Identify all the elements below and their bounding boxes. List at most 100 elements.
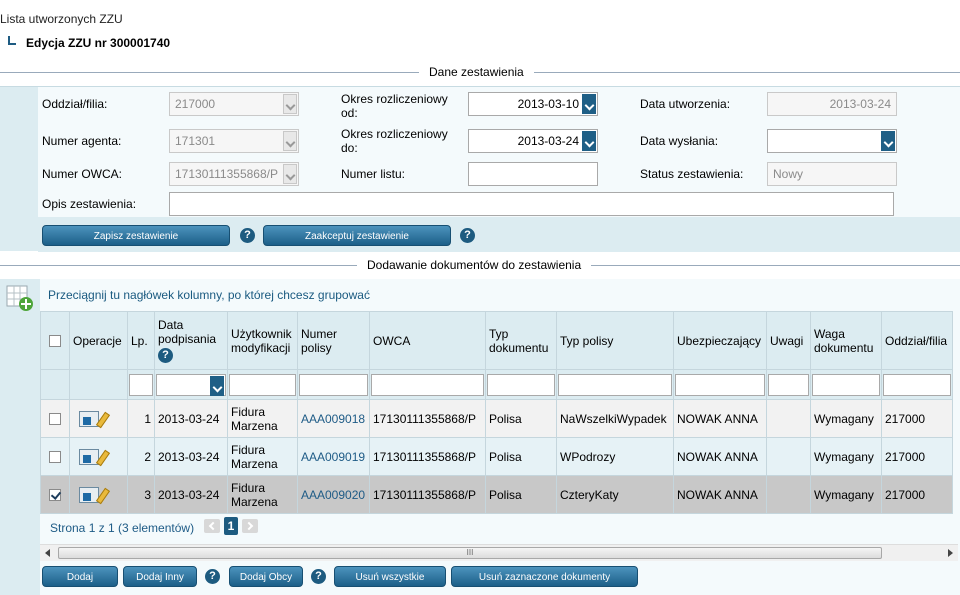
table-row[interactable]: 2 2013-03-24 Fidura Marzena AAA009019 17… [40, 437, 953, 476]
remove-all-button[interactable]: Usuń wszystkie [334, 566, 446, 587]
chevron-down-icon [283, 164, 297, 184]
column-header[interactable]: Lp. [127, 311, 155, 370]
prev-page-icon[interactable] [204, 519, 220, 533]
row-checkbox[interactable] [49, 451, 61, 464]
cell-owca: 17130111355868/P [369, 399, 486, 438]
cell-user: Fidura Marzena [227, 475, 298, 514]
column-header[interactable]: Oddział/filia [881, 311, 953, 370]
filter-date-select[interactable] [156, 373, 226, 396]
column-header[interactable]: OWCA [369, 311, 486, 370]
remove-selected-button[interactable]: Usuń zaznaczone dokumenty [451, 566, 638, 587]
cell-typ-dok: Polisa [485, 475, 557, 514]
help-icon[interactable]: ? [205, 569, 220, 584]
column-header[interactable]: Waga dokumentu [810, 311, 882, 370]
save-statement-button[interactable]: Zapisz zestawienie [42, 225, 230, 246]
row-select-cell[interactable] [40, 437, 70, 476]
horizontal-scrollbar[interactable]: III [40, 544, 958, 561]
cell-lp: 2 [127, 437, 155, 476]
help-icon[interactable]: ? [311, 569, 326, 584]
filter-input[interactable] [812, 373, 880, 396]
add-grid-icon[interactable] [5, 283, 35, 313]
cell-ubezp: NOWAK ANNA [673, 437, 767, 476]
filter-input[interactable] [558, 373, 672, 396]
row-select-cell[interactable] [40, 475, 70, 514]
filter-input[interactable] [371, 373, 484, 396]
oddzial-select[interactable]: 217000 [169, 92, 299, 116]
breadcrumb-root-link[interactable]: Lista utworzonych ZZU [0, 12, 123, 26]
column-header[interactable]: Numer polisy [297, 311, 370, 370]
help-icon[interactable]: ? [158, 348, 173, 363]
chevron-down-icon[interactable] [582, 131, 596, 151]
column-header[interactable]: Uwagi [766, 311, 811, 370]
chevron-down-icon [283, 131, 297, 151]
column-header-data-podpisania[interactable]: Data podpisania? [154, 311, 228, 370]
okres-do-datepicker[interactable]: 2013-03-24 [468, 129, 598, 153]
cell-lp: 3 [127, 475, 155, 514]
column-header[interactable]: Typ polisy [556, 311, 674, 370]
current-page-button[interactable]: 1 [224, 517, 238, 535]
oddzial-label: Oddział/filia: [42, 97, 108, 111]
column-header[interactable]: Typ dokumentu [485, 311, 557, 370]
column-header[interactable]: Operacje [69, 311, 128, 370]
add-foreign-button[interactable]: Dodaj Obcy [229, 566, 303, 587]
documents-table: Operacje Lp. Data podpisania? Użytkownik… [40, 311, 953, 514]
accept-statement-button[interactable]: Zaakceptuj zestawienie [263, 225, 451, 246]
okres-do-value: 2013-03-24 [517, 134, 579, 148]
cell-oddzial: 217000 [881, 399, 953, 438]
cell-uwagi [766, 475, 811, 514]
opis-input[interactable] [169, 192, 894, 216]
agent-value: 171301 [175, 134, 216, 148]
scrollbar-thumb[interactable]: III [58, 547, 882, 559]
filter-input[interactable] [229, 373, 296, 396]
row-checkbox[interactable] [49, 413, 61, 426]
add-button[interactable]: Dodaj [42, 566, 118, 587]
pager: Strona 1 z 1 (3 elementów) 1 [40, 515, 960, 545]
data-wyslania-datepicker[interactable] [767, 129, 897, 153]
chevron-down-icon[interactable] [210, 375, 224, 396]
chevron-down-icon[interactable] [881, 131, 895, 151]
cell-lp: 1 [127, 399, 155, 438]
filter-input[interactable] [675, 373, 765, 396]
edit-pencil-icon[interactable] [95, 449, 109, 465]
edit-pencil-icon[interactable] [95, 487, 109, 503]
select-all-header[interactable] [40, 311, 70, 370]
edit-pencil-icon[interactable] [95, 411, 109, 427]
group-by-hint: Przeciągnij tu nagłówek kolumny, po któr… [48, 288, 370, 302]
row-select-cell[interactable] [40, 399, 70, 438]
help-icon[interactable]: ? [460, 228, 475, 243]
data-utworzenia-label: Data utworzenia: [640, 97, 731, 111]
cell-polisa-link[interactable]: AAA009018 [297, 399, 370, 438]
filter-input[interactable] [883, 373, 951, 396]
filter-input[interactable] [129, 373, 153, 396]
next-page-icon[interactable] [242, 519, 258, 533]
add-other-button[interactable]: Dodaj Inny [123, 566, 197, 587]
table-row[interactable]: 1 2013-03-24 Fidura Marzena AAA009018 17… [40, 399, 953, 438]
table-header-row: Operacje Lp. Data podpisania? Użytkownik… [40, 311, 953, 370]
cell-polisa-link[interactable]: AAA009019 [297, 437, 370, 476]
okres-od-datepicker[interactable]: 2013-03-10 [468, 92, 598, 116]
column-header[interactable]: Użytkownik modyfikacji [227, 311, 298, 370]
numer-listu-input[interactable] [468, 162, 598, 186]
owca-select[interactable]: 17130111355868/P [169, 162, 299, 186]
table-row-selected[interactable]: 3 2013-03-24 Fidura Marzena AAA009020 17… [40, 475, 953, 514]
help-icon[interactable]: ? [240, 228, 255, 243]
scroll-right-icon[interactable] [948, 549, 953, 557]
cell-data: 2013-03-24 [154, 437, 228, 476]
status-field: Nowy [767, 162, 897, 186]
agent-select[interactable]: 171301 [169, 129, 299, 153]
filter-input[interactable] [299, 373, 368, 396]
cell-uwagi [766, 399, 811, 438]
scroll-left-icon[interactable] [45, 549, 50, 557]
select-all-checkbox[interactable] [49, 335, 61, 348]
chevron-down-icon[interactable] [582, 94, 596, 114]
data-utworzenia-field: 2013-03-24 [767, 92, 897, 116]
row-checkbox-checked[interactable] [49, 489, 61, 502]
column-header[interactable]: Ubezpieczający [673, 311, 767, 370]
cell-polisa-link[interactable]: AAA009020 [297, 475, 370, 514]
cell-oddzial: 217000 [881, 475, 953, 514]
section-title-grid: Dodawanie dokumentów do zestawienia [357, 258, 592, 272]
filter-input[interactable] [487, 373, 555, 396]
cell-user: Fidura Marzena [227, 399, 298, 438]
filter-input[interactable] [768, 373, 809, 396]
cell-user: Fidura Marzena [227, 437, 298, 476]
